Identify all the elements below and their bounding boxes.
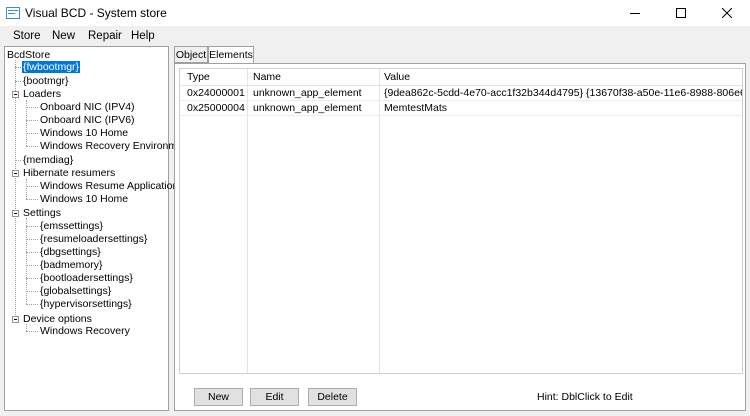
collapse-icon[interactable]	[12, 91, 19, 98]
tab-elements[interactable]: Elements	[208, 46, 254, 64]
tree-item-resumeloadersettings[interactable]: {resumeloadersettings}	[40, 233, 147, 246]
tree-item-settings[interactable]: Settings	[23, 207, 61, 220]
close-button[interactable]	[704, 0, 750, 26]
column-header-value[interactable]: Value	[384, 71, 410, 83]
cell-type: 0x24000001	[187, 87, 245, 99]
delete-button[interactable]: Delete	[308, 388, 357, 406]
edit-button[interactable]: Edit	[250, 388, 299, 406]
tree-item-badmemory[interactable]: {badmemory}	[40, 259, 102, 272]
collapse-icon[interactable]	[12, 210, 19, 217]
cell-name: unknown_app_element	[253, 87, 362, 99]
menu-help[interactable]: Help	[131, 30, 155, 42]
tree-connector	[15, 60, 16, 321]
cell-value: {9dea862c-5cdd-4e70-acc1f32b344d4795} {1…	[384, 87, 742, 99]
tree-item-dbgsettings[interactable]: {dbgsettings}	[40, 246, 101, 259]
table-row[interactable]: 0x25000004 unknown_app_element MemtestMa…	[180, 101, 742, 116]
window-title: Visual BCD - System store	[25, 6, 167, 20]
app-icon	[6, 7, 20, 19]
table-row[interactable]: 0x24000001 unknown_app_element {9dea862c…	[180, 86, 742, 101]
title-bar: Visual BCD - System store	[0, 0, 750, 26]
hint-text: Hint: DblClick to Edit	[537, 391, 633, 403]
collapse-icon[interactable]	[12, 170, 19, 177]
cell-value: MemtestMats	[384, 102, 448, 114]
tree-item-memdiag[interactable]: {memdiag}	[23, 154, 73, 167]
tree-item-windows-recovery[interactable]: Windows Recovery	[40, 325, 130, 338]
maximize-button[interactable]	[658, 0, 704, 26]
cell-name: unknown_app_element	[253, 102, 362, 114]
tree-item-bootmgr[interactable]: {bootmgr}	[23, 75, 69, 88]
elements-grid[interactable]: Type Name Value 0x24000001 unknown_app_e…	[179, 68, 743, 374]
elements-panel: Type Name Value 0x24000001 unknown_app_e…	[174, 63, 746, 411]
new-button[interactable]: New	[194, 388, 243, 406]
tree-item-windows-recovery-environment[interactable]: Windows Recovery Environment	[40, 140, 192, 153]
maximize-icon	[676, 8, 686, 18]
tree-item-hibernate-resumers[interactable]: Hibernate resumers	[23, 167, 115, 180]
tree-item-globalsettings[interactable]: {globalsettings}	[40, 285, 111, 298]
bcd-tree-view[interactable]: BcdStore {fwbootmgr} {bootmgr} Loaders O…	[4, 46, 192, 411]
tree-item-windows-10-home-resume[interactable]: Windows 10 Home	[40, 193, 128, 206]
collapse-icon[interactable]	[12, 316, 19, 323]
minimize-button[interactable]	[612, 0, 658, 26]
grid-header: Type Name Value	[180, 69, 742, 86]
column-header-type[interactable]: Type	[187, 71, 210, 83]
tree-item-onboard-nic-ipv4[interactable]: Onboard NIC (IPV4)	[40, 101, 135, 114]
tab-object[interactable]: Object	[174, 46, 208, 63]
menu-bar: Store New Repair Help	[0, 26, 750, 46]
tree-item-bootloadersettings[interactable]: {bootloadersettings}	[40, 272, 133, 285]
tree-item-emssettings[interactable]: {emssettings}	[40, 220, 103, 233]
minimize-icon	[630, 13, 640, 14]
column-header-name[interactable]: Name	[253, 71, 281, 83]
menu-store[interactable]: Store	[13, 30, 41, 42]
tree-connector	[26, 179, 27, 199]
close-icon	[722, 8, 732, 18]
tree-item-label: {fwbootmgr}	[22, 61, 81, 73]
tree-item-hypervisorsettings[interactable]: {hypervisorsettings}	[40, 298, 132, 311]
tree-item-onboard-nic-ipv6[interactable]: Onboard NIC (IPV6)	[40, 114, 135, 127]
tree-item-fwbootmgr[interactable]: {fwbootmgr}	[22, 61, 81, 74]
tree-item-loaders[interactable]: Loaders	[23, 88, 61, 101]
menu-repair[interactable]: Repair	[88, 30, 122, 42]
tree-item-windows-10-home[interactable]: Windows 10 Home	[40, 127, 128, 140]
menu-new[interactable]: New	[52, 30, 75, 42]
cell-type: 0x25000004	[187, 102, 245, 114]
tree-item-windows-resume-application[interactable]: Windows Resume Application	[40, 180, 178, 193]
